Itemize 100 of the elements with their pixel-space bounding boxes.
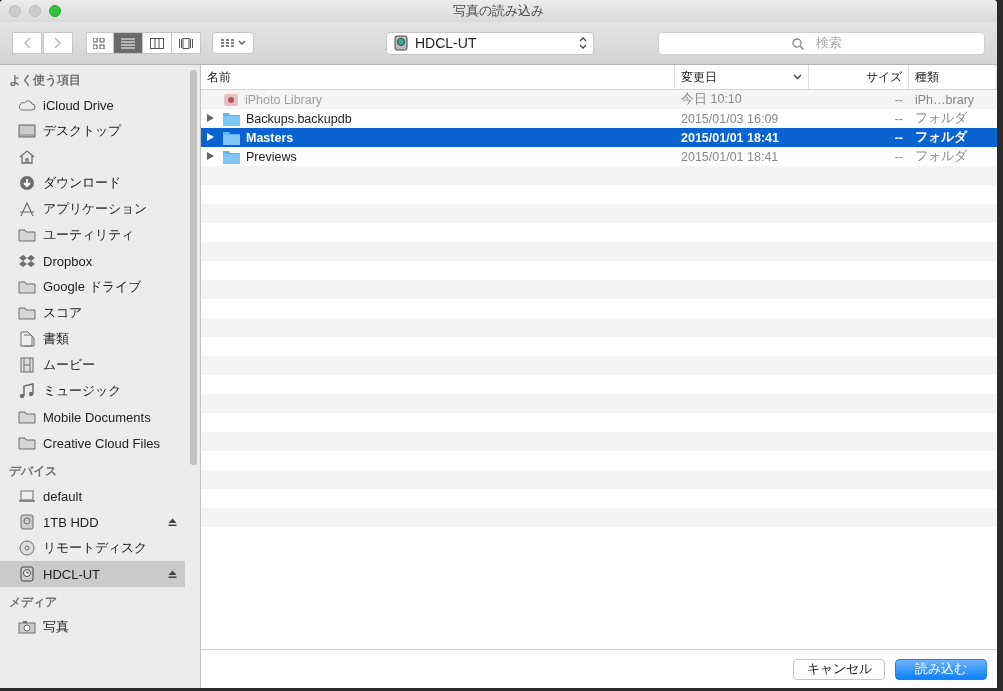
optical-icon xyxy=(18,540,36,556)
sidebar-item-label: Mobile Documents xyxy=(43,409,151,425)
arrange-button[interactable] xyxy=(212,32,254,54)
column-label: サイズ xyxy=(866,69,902,85)
view-mode-button[interactable] xyxy=(86,32,114,54)
column-label: 変更日 xyxy=(681,69,717,85)
file-name: Backups.backupdb xyxy=(246,111,352,126)
file-row[interactable]: Masters 2015/01/01 18:41 -- フォルダ xyxy=(201,128,997,147)
sidebar-item[interactable]: default xyxy=(0,483,185,509)
sidebar-item-label: ミュージック xyxy=(43,382,121,400)
sidebar-section-title: デバイス xyxy=(8,463,58,480)
view-mode-button[interactable] xyxy=(171,32,201,54)
sidebar-item-label: ユーティリティ xyxy=(43,226,134,244)
sidebar-item[interactable]: Mobile Documents xyxy=(0,404,185,430)
cloud-icon xyxy=(18,97,36,113)
folder-icon xyxy=(223,130,240,145)
file-size: -- xyxy=(893,111,904,126)
sidebar-section-title: メディア xyxy=(8,594,58,611)
sidebar-item-label: HDCL-UT xyxy=(43,566,101,582)
search-field[interactable]: 検索 xyxy=(658,31,985,55)
sidebar-item[interactable]: アプリケーション xyxy=(0,196,185,222)
sidebar-item[interactable]: 1TB HDD xyxy=(0,509,185,535)
view-mode-button[interactable] xyxy=(113,32,143,54)
disclosure-triangle-icon[interactable] xyxy=(207,151,214,160)
disclosure-triangle-icon[interactable] xyxy=(207,113,214,122)
folder-icon xyxy=(18,279,36,295)
music-icon xyxy=(18,383,36,399)
column-header[interactable]: 変更日 xyxy=(675,65,809,89)
sidebar-item[interactable]: Creative Cloud Files xyxy=(0,430,185,456)
home-icon xyxy=(18,149,36,165)
sidebar-item[interactable]: デスクトップ xyxy=(0,118,185,144)
sidebar-item-label: Creative Cloud Files xyxy=(43,435,161,451)
grid-icon xyxy=(220,38,235,48)
file-kind: フォルダ xyxy=(914,148,968,165)
sidebar-item-label: デスクトップ xyxy=(43,122,121,140)
column-header[interactable]: 名前 xyxy=(201,65,675,89)
column-header[interactable]: サイズ xyxy=(809,65,909,89)
file-size: -- xyxy=(893,130,904,145)
sidebar-item[interactable]: iCloud Drive xyxy=(0,92,185,118)
location-popup[interactable]: HDCL-UT xyxy=(386,31,594,55)
sidebar-item-label: default xyxy=(43,488,83,504)
file-kind: iPh…brary xyxy=(914,92,976,107)
column-label: 名前 xyxy=(207,69,231,85)
folder-icon xyxy=(223,149,240,164)
updown-icon xyxy=(579,37,587,49)
file-name: iPhoto Library xyxy=(245,92,323,107)
sidebar-item[interactable]: Dropbox xyxy=(0,248,185,274)
file-kind: フォルダ xyxy=(914,110,968,127)
sidebar-item[interactable]: ミュージック xyxy=(0,378,185,404)
folder-icon xyxy=(223,111,240,126)
sidebar-item[interactable]: ムービー xyxy=(0,352,185,378)
sidebar-item[interactable]: スコア xyxy=(0,300,185,326)
grid-icon xyxy=(93,37,105,49)
sidebar-item[interactable]: Google ドライブ xyxy=(0,274,185,300)
file-row[interactable]: Previews 2015/01/01 18:41 -- フォルダ xyxy=(201,147,997,166)
apps-icon xyxy=(18,201,36,217)
file-row[interactable]: Backups.backupdb 2015/01/03 16:09 -- フォルダ xyxy=(201,109,997,128)
desktop-icon xyxy=(18,123,36,139)
folder-icon xyxy=(18,305,36,321)
modified-date: 2015/01/01 18:41 xyxy=(680,149,780,164)
scrollbar[interactable] xyxy=(190,70,197,465)
sidebar-item-label: Google ドライブ xyxy=(43,278,141,296)
file-size: -- xyxy=(893,149,904,164)
photo-library-icon xyxy=(223,92,239,107)
modified-date: 2015/01/01 18:41 xyxy=(680,130,780,145)
folder-icon xyxy=(18,409,36,425)
column-header[interactable]: 種類 xyxy=(909,65,997,89)
view-mode-button[interactable] xyxy=(142,32,172,54)
eject-icon[interactable] xyxy=(168,518,177,526)
sidebar-item[interactable]: 写真 xyxy=(0,614,185,640)
list-icon xyxy=(121,38,135,48)
sidebar-item-label: リモートディスク xyxy=(43,539,147,557)
sidebar-item-label: スコア xyxy=(43,304,82,322)
chevron-down-icon xyxy=(237,40,246,46)
sidebar-item-label: Dropbox xyxy=(43,253,93,269)
sidebar-item-label: ムービー xyxy=(43,356,95,374)
window-title: 写真の読み込み xyxy=(453,2,544,20)
dialog-button[interactable]: キャンセル xyxy=(793,658,885,680)
sidebar-item-label: iCloud Drive xyxy=(43,97,114,113)
folder-icon xyxy=(18,227,36,243)
chevron-left-icon xyxy=(23,37,31,49)
sidebar-item[interactable]: HDCL-UT xyxy=(0,561,185,587)
columns-icon xyxy=(150,37,164,49)
chevron-right-icon xyxy=(54,37,62,49)
sidebar-item-label: 1TB HDD xyxy=(43,514,99,530)
sidebar-item[interactable]: ダウンロード xyxy=(0,170,185,196)
camera-icon xyxy=(18,619,36,635)
timemachine-icon xyxy=(18,566,36,582)
eject-icon[interactable] xyxy=(168,570,177,578)
sidebar-item[interactable]: リモートディスク xyxy=(0,535,185,561)
file-name: Masters xyxy=(246,130,294,145)
modified-date: 2015/01/03 16:09 xyxy=(680,111,780,126)
sidebar-item[interactable]: 書類 xyxy=(0,326,185,352)
sidebar-item[interactable]: ユーティリティ xyxy=(0,222,185,248)
coverflow-icon xyxy=(179,37,193,49)
sidebar-item-label: 書類 xyxy=(43,330,69,348)
sidebar-item-label: アプリケーション xyxy=(43,200,147,218)
disclosure-triangle-icon[interactable] xyxy=(207,132,214,141)
zoom-button[interactable] xyxy=(49,5,61,17)
sidebar-item-label: ダウンロード xyxy=(43,174,121,192)
